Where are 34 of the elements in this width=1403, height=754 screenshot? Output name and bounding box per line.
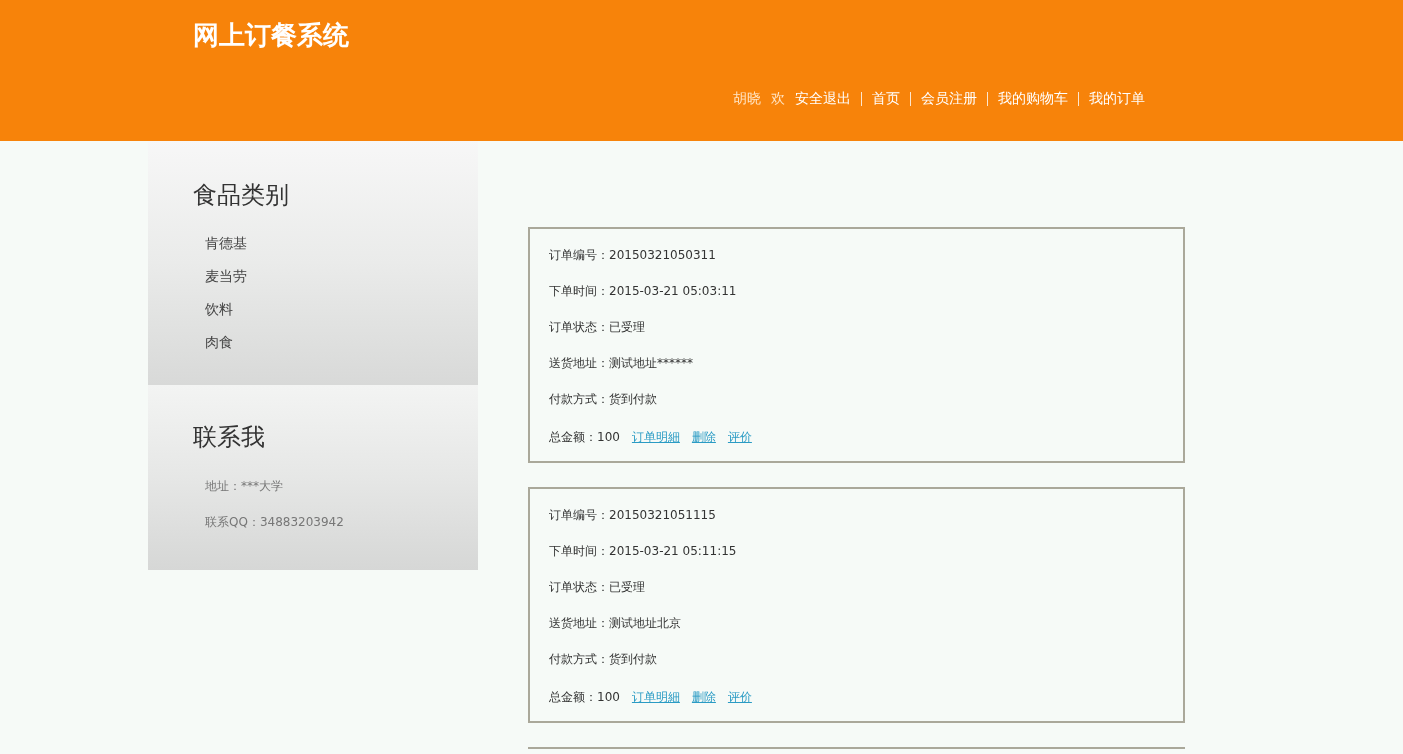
panel-title: 食品类别 — [193, 180, 290, 211]
order-link[interactable]: 评价 — [727, 428, 752, 446]
order-field: 订单编号：20150321051115 — [549, 503, 1164, 539]
order-link[interactable]: 订单明細 — [631, 428, 680, 446]
nav-link[interactable]: 首页 — [872, 88, 900, 109]
order-link[interactable]: 订单明細 — [631, 688, 680, 706]
order-link[interactable]: 删除 — [691, 428, 716, 446]
order-field: 付款方式：货到付款 — [549, 387, 1164, 423]
greeting-text: 欢 — [771, 89, 785, 108]
nav-link[interactable]: 会员注册 — [921, 88, 977, 109]
nav-link[interactable]: 安全退出 — [795, 88, 851, 109]
category-link[interactable]: 饮料 — [205, 293, 478, 326]
nav-link[interactable]: 我的订单 — [1089, 88, 1145, 109]
site-title: 网上订餐系统 — [193, 19, 349, 52]
order-field: 订单状态：已受理 — [549, 575, 1164, 611]
order-link[interactable]: 评价 — [727, 688, 752, 706]
order-field: 订单状态：已受理 — [549, 315, 1164, 351]
contact-text: 地址：***大学 — [205, 478, 284, 495]
order-link[interactable]: 删除 — [691, 688, 716, 706]
order-total: 总金额：100 — [549, 689, 620, 706]
user-name: 胡晓 — [733, 89, 761, 108]
order-field: 下单时间：2015-03-21 05:11:15 — [549, 539, 1164, 575]
order-field: 下单时间：2015-03-21 05:03:11 — [549, 279, 1164, 315]
panel-title: 联系我 — [193, 422, 266, 453]
contact-text: 联系QQ：34883203942 — [205, 514, 345, 531]
order-field: 送货地址：测试地址****** — [549, 351, 1164, 387]
order-field: 付款方式：货到付款 — [549, 647, 1164, 683]
nav-link[interactable]: 我的购物车 — [998, 88, 1068, 109]
order-field: 送货地址：测试地址北京 — [549, 611, 1164, 647]
category-link[interactable]: 肯德基 — [205, 227, 478, 260]
order-field: 订单编号：20150321050311 — [549, 243, 1164, 279]
order-total: 总金额：100 — [549, 429, 620, 446]
category-link[interactable]: 麦当劳 — [205, 260, 478, 293]
category-link[interactable]: 肉食 — [205, 326, 478, 359]
